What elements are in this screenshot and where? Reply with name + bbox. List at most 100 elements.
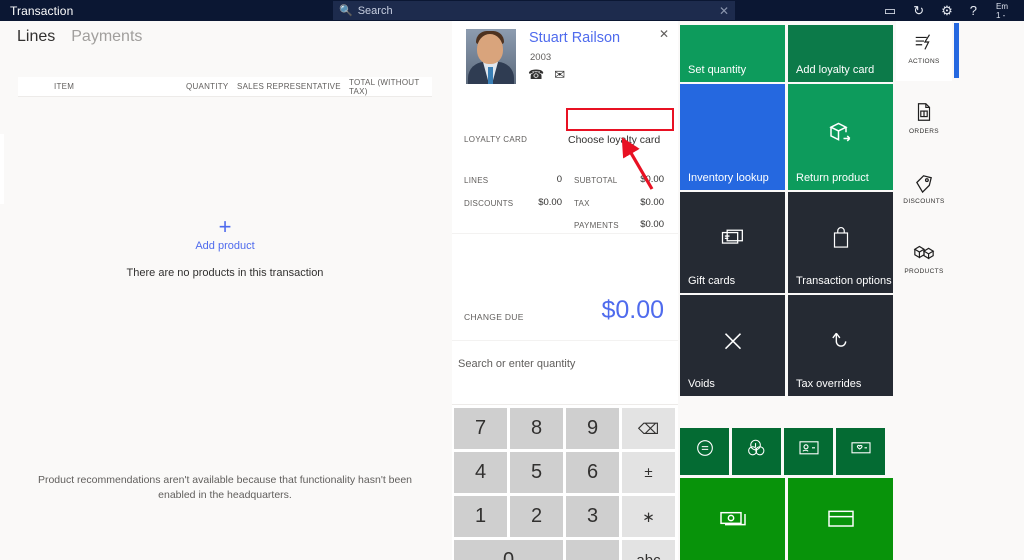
discount-tag-icon — [896, 167, 952, 197]
tile-gift-cards[interactable]: Gift cards — [680, 192, 785, 293]
sidebar-item-orders[interactable]: ORDERS — [896, 97, 952, 135]
help-icon[interactable]: ? — [970, 4, 977, 17]
loyalty-card-row: LOYALTY CARD Choose loyalty card — [452, 131, 678, 153]
tile-set-quantity[interactable]: Set quantity — [680, 25, 785, 82]
tile-add-loyalty-card[interactable]: Add loyalty card — [788, 25, 893, 82]
tile-label: Return product — [796, 172, 869, 184]
transaction-summary-panel: Stuart Railson 2003 ☎ ✉ ✕ LOYALTY CARD C… — [452, 21, 678, 560]
key-2[interactable]: 2 — [510, 496, 563, 537]
key-abc[interactable]: abc — [622, 540, 675, 560]
key-8[interactable]: 8 — [510, 408, 563, 449]
transaction-lines-panel: Lines Payments ITEM QUANTITY SALES REPRE… — [0, 21, 450, 560]
numeric-keypad: 7 8 9 ⌫ 4 5 6 ± 1 2 3 ∗ 0 . abc — [454, 408, 676, 560]
column-header-quantity: QUANTITY — [186, 82, 228, 91]
choose-loyalty-card-button[interactable]: Choose loyalty card — [568, 134, 660, 146]
annotation-highlight-box — [566, 108, 674, 131]
tile-label: Add loyalty card — [796, 64, 874, 76]
plus-icon[interactable]: + — [0, 216, 450, 238]
column-header-sales-representative: SALES REPRESENTATIVE — [237, 82, 341, 91]
divider — [452, 340, 678, 341]
key-plus-minus[interactable]: ± — [622, 452, 675, 493]
payment-tile-loyalty-card[interactable] — [836, 428, 885, 475]
key-1[interactable]: 1 — [454, 496, 507, 537]
sidebar-item-label: DISCOUNTS — [896, 198, 952, 205]
tile-label: Transaction options — [796, 275, 892, 287]
totals-value-subtotal: $0.00 — [620, 174, 664, 185]
key-3[interactable]: 3 — [566, 496, 619, 537]
action-tile-grid: Set quantity Add loyalty card Inventory … — [680, 25, 896, 560]
keypad-row: 0 . abc — [454, 540, 676, 560]
add-product-button[interactable]: Add product — [0, 240, 450, 252]
employee-line-1: Em — [996, 2, 1008, 11]
sidebar-item-products[interactable]: PRODUCTS — [896, 237, 952, 275]
divider — [452, 404, 678, 405]
key-7[interactable]: 7 — [454, 408, 507, 449]
backspace-icon[interactable]: ⌫ — [622, 408, 675, 449]
employee-info[interactable]: Em 1 - — [996, 2, 1018, 20]
payment-tile-coins[interactable] — [732, 428, 781, 475]
credit-card-icon — [788, 502, 893, 537]
key-0[interactable]: 0 — [454, 540, 563, 560]
column-header-item: ITEM — [54, 82, 74, 91]
key-9[interactable]: 9 — [566, 408, 619, 449]
search-input[interactable]: Search — [358, 5, 719, 17]
sync-icon[interactable]: ↻ — [913, 4, 924, 17]
key-multiply[interactable]: ∗ — [622, 496, 675, 537]
avatar — [466, 29, 516, 84]
totals-value-payments: $0.00 — [620, 219, 664, 230]
sidebar-item-actions[interactable]: ACTIONS — [896, 27, 952, 65]
recommendation-note: Product recommendations aren't available… — [25, 473, 425, 503]
divider — [452, 233, 678, 234]
tile-transaction-options[interactable]: Transaction options — [788, 192, 893, 293]
tab-lines[interactable]: Lines — [17, 28, 55, 46]
feedback-icon[interactable]: ▭ — [884, 4, 896, 17]
tile-voids[interactable]: Voids — [680, 295, 785, 396]
equals-circle-icon — [680, 437, 729, 462]
global-search-box[interactable]: 🔍 Search ✕ — [333, 1, 735, 20]
column-header-total: TOTAL (WITHOUT TAX) — [349, 78, 432, 96]
payment-tile-equals[interactable] — [680, 428, 729, 475]
page-title: Transaction — [10, 4, 73, 18]
tile-label: Tax overrides — [796, 378, 861, 390]
close-x-icon — [680, 326, 785, 359]
quantity-input[interactable]: Search or enter quantity — [452, 351, 678, 379]
tile-inventory-lookup[interactable]: Inventory lookup — [680, 84, 785, 190]
phone-icon[interactable]: ☎ — [528, 67, 544, 83]
totals-label-payments: PAYMENTS — [574, 221, 619, 230]
payment-tile-cash[interactable] — [680, 478, 785, 560]
payment-tile-id-card[interactable] — [784, 428, 833, 475]
totals-label-discounts: DISCOUNTS — [464, 199, 513, 208]
close-icon[interactable]: ✕ — [659, 27, 669, 41]
tile-label: Set quantity — [688, 64, 746, 76]
key-decimal[interactable]: . — [566, 540, 619, 560]
mail-icon[interactable]: ✉ — [554, 67, 565, 83]
customer-name[interactable]: Stuart Railson — [529, 30, 620, 46]
settings-gear-icon[interactable]: ⚙ — [941, 4, 953, 17]
key-5[interactable]: 5 — [510, 452, 563, 493]
loyalty-card-label: LOYALTY CARD — [464, 135, 527, 144]
change-due-value: $0.00 — [601, 296, 664, 325]
tab-payments[interactable]: Payments — [71, 28, 142, 46]
key-4[interactable]: 4 — [454, 452, 507, 493]
employee-line-2: 1 - — [996, 11, 1005, 20]
actions-lightning-icon — [896, 27, 952, 57]
left-scroll-indicator[interactable] — [0, 134, 4, 204]
tile-label: Inventory lookup — [688, 172, 769, 184]
key-6[interactable]: 6 — [566, 452, 619, 493]
payment-tile-credit-card[interactable] — [788, 478, 893, 560]
tile-tax-overrides[interactable]: Tax overrides — [788, 295, 893, 396]
totals-value-discounts: $0.00 — [514, 197, 562, 208]
sidebar-item-discounts[interactable]: DISCOUNTS — [896, 167, 952, 205]
undo-arrow-icon — [788, 327, 893, 358]
tile-label: Voids — [688, 378, 715, 390]
totals-value-lines: 0 — [532, 174, 562, 185]
keypad-row: 7 8 9 ⌫ — [454, 408, 676, 449]
totals-section: LINES 0 DISCOUNTS $0.00 SUBTOTAL $0.00 T… — [452, 166, 678, 231]
totals-label-subtotal: SUBTOTAL — [574, 176, 618, 185]
close-icon[interactable]: ✕ — [719, 4, 729, 18]
change-due-label: CHANGE DUE — [464, 312, 524, 322]
orders-document-icon — [896, 97, 952, 127]
keypad-row: 4 5 6 ± — [454, 452, 676, 493]
gift-card-icon — [680, 224, 785, 255]
tile-return-product[interactable]: Return product — [788, 84, 893, 190]
